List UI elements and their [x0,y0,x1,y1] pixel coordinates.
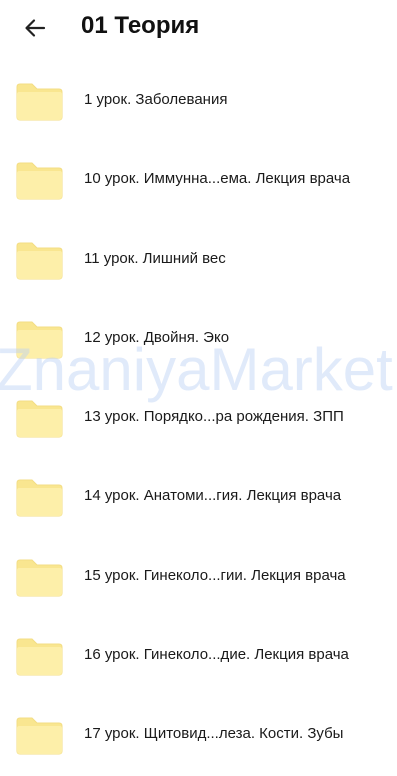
folder-name: 13 урок. Порядко...ра рождения. ЗПП [84,408,344,426]
list-item[interactable]: 11 урок. Лишний вес [0,221,397,300]
list-item[interactable]: 14 урок. Анатоми...гия. Лекция врача [0,458,397,537]
list-item[interactable]: 10 урок. Иммунна...ема. Лекция врача [0,141,397,220]
folder-icon [16,479,63,517]
folder-list: 1 урок. Заболевания 10 урок. Иммунна...е… [0,62,397,776]
top-bar: 01 Теория [0,0,397,56]
folder-icon [16,400,63,438]
list-item[interactable]: 17 урок. Щитовид...леза. Кости. Зубы [0,696,397,775]
folder-name: 10 урок. Иммунна...ема. Лекция врача [84,170,351,188]
folder-name: 11 урок. Лишний вес [84,249,226,267]
folder-name: 12 урок. Двойня. Эко [84,328,230,346]
page-title: 01 Теория [81,12,200,39]
folder-name: 16 урок. Гинеколо...дие. Лекция врача [84,646,349,664]
folder-name: 1 урок. Заболевания [84,91,228,108]
list-item[interactable]: 15 урок. Гинеколо...гии. Лекция врача [0,538,397,617]
folder-icon [16,717,63,755]
folder-icon [16,559,63,597]
list-item[interactable]: 13 урок. Порядко...ра рождения. ЗПП [0,379,397,458]
folder-icon [16,162,63,200]
arrow-left-icon [25,19,46,37]
list-item[interactable]: 1 урок. Заболевания [0,62,397,141]
folder-name: 17 урок. Щитовид...леза. Кости. Зубы [84,725,344,743]
back-button[interactable] [18,13,52,43]
folder-icon [16,242,63,280]
folder-icon [16,83,63,121]
folder-name: 15 урок. Гинеколо...гии. Лекция врача [84,566,346,584]
folder-icon [16,321,63,359]
folder-icon [16,638,63,676]
list-item[interactable]: 16 урок. Гинеколо...дие. Лекция врача [0,617,397,696]
list-item[interactable]: 12 урок. Двойня. Эко [0,300,397,379]
folder-name: 14 урок. Анатоми...гия. Лекция врача [84,487,342,505]
